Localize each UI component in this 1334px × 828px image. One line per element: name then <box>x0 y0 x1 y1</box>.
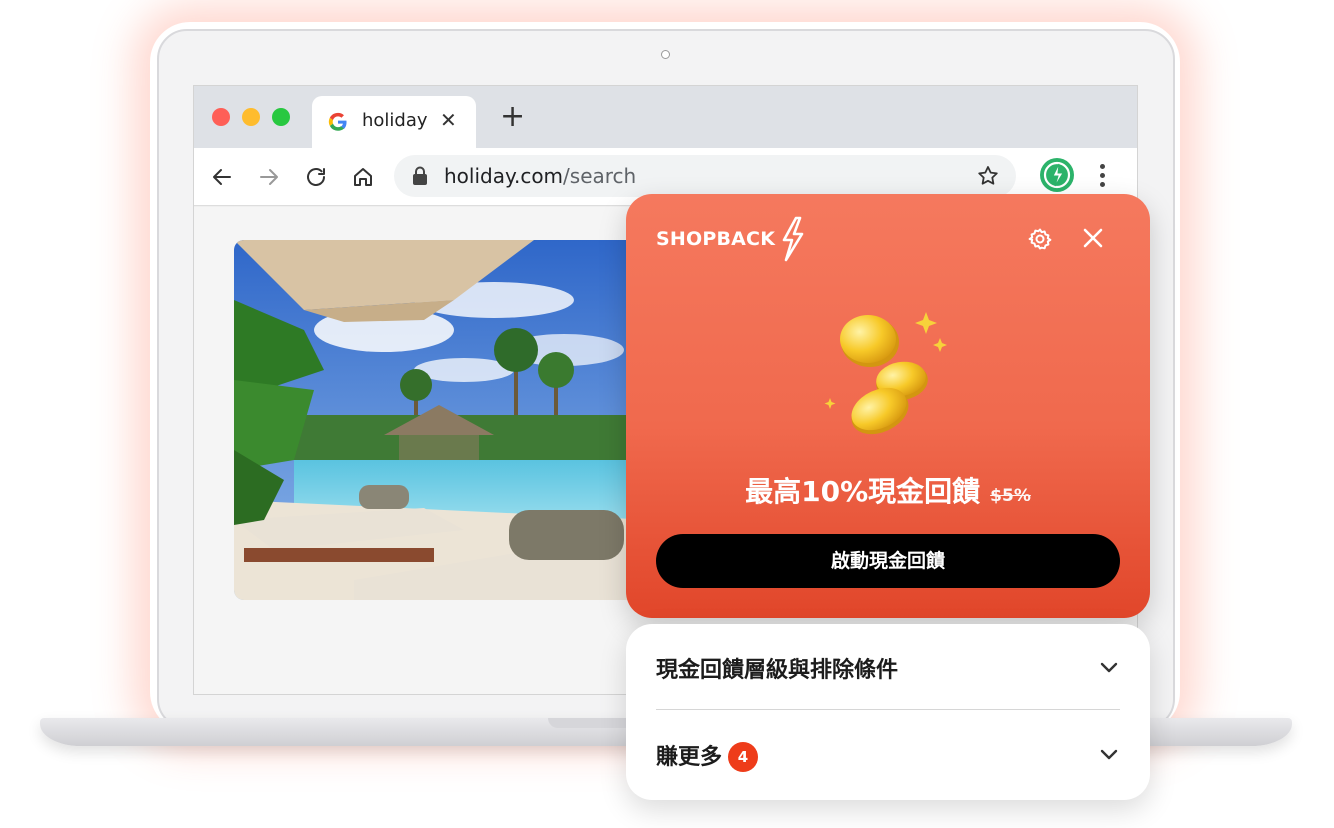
chevron-down-icon[interactable] <box>1098 656 1120 678</box>
close-icon[interactable] <box>1082 227 1104 249</box>
resort-photo <box>234 240 654 600</box>
arrow-right-icon[interactable] <box>257 165 281 189</box>
home-icon[interactable] <box>351 165 375 189</box>
window-close-button[interactable] <box>212 108 230 126</box>
accordion-label: 現金回饋層級與排除條件 <box>656 658 899 683</box>
details-card: 現金回饋層級與排除條件 賺更多 4 <box>626 624 1150 800</box>
cashback-rate: 最高10%現金回饋 <box>745 475 981 508</box>
coins-illustration <box>824 312 947 435</box>
url-domain: holiday.com <box>444 164 564 188</box>
tab-close-icon[interactable]: ✕ <box>440 108 457 132</box>
count-badge: 4 <box>728 742 759 772</box>
new-tab-button[interactable]: + <box>500 102 525 132</box>
star-icon[interactable] <box>976 164 1000 188</box>
accordion-label: 賺更多 <box>656 745 723 770</box>
arrow-left-icon[interactable] <box>210 165 234 189</box>
chevron-down-icon[interactable] <box>1098 743 1120 765</box>
accordion-label-row: 賺更多 4 <box>656 739 759 772</box>
activate-cashback-button[interactable]: 啟動現金回饋 <box>656 534 1120 588</box>
accordion-item-terms[interactable]: 現金回饋層級與排除條件 <box>656 624 1120 710</box>
webcam <box>661 50 670 59</box>
cashback-headline: 最高10%現金回饋 $5% <box>626 470 1150 510</box>
address-bar[interactable]: holiday.com/search <box>394 155 1016 197</box>
url-path: /search <box>563 164 637 188</box>
old-cashback-rate: $5% <box>990 486 1031 506</box>
browser-tabbar: holiday ✕ + <box>194 86 1137 148</box>
reload-icon[interactable] <box>304 165 328 189</box>
shopback-popup: SHOPBACK 最高10%現金回饋 $5% 啟動現金回饋 <box>626 194 1150 618</box>
shopback-logo: SHOPBACK <box>656 228 776 250</box>
url-text: holiday.com/search <box>444 164 636 188</box>
lock-icon <box>413 166 427 185</box>
kebab-menu-icon[interactable] <box>1100 164 1108 190</box>
accordion-item-earn-more[interactable]: 賺更多 4 <box>656 711 1120 797</box>
window-minimize-button[interactable] <box>242 108 260 126</box>
window-maximize-button[interactable] <box>272 108 290 126</box>
lightning-icon <box>782 216 804 262</box>
browser-tab[interactable]: holiday ✕ <box>312 96 476 148</box>
tab-title: holiday <box>362 110 428 131</box>
shopback-extension-icon[interactable] <box>1040 158 1074 192</box>
gear-icon[interactable] <box>1028 227 1052 251</box>
google-icon <box>328 112 347 131</box>
